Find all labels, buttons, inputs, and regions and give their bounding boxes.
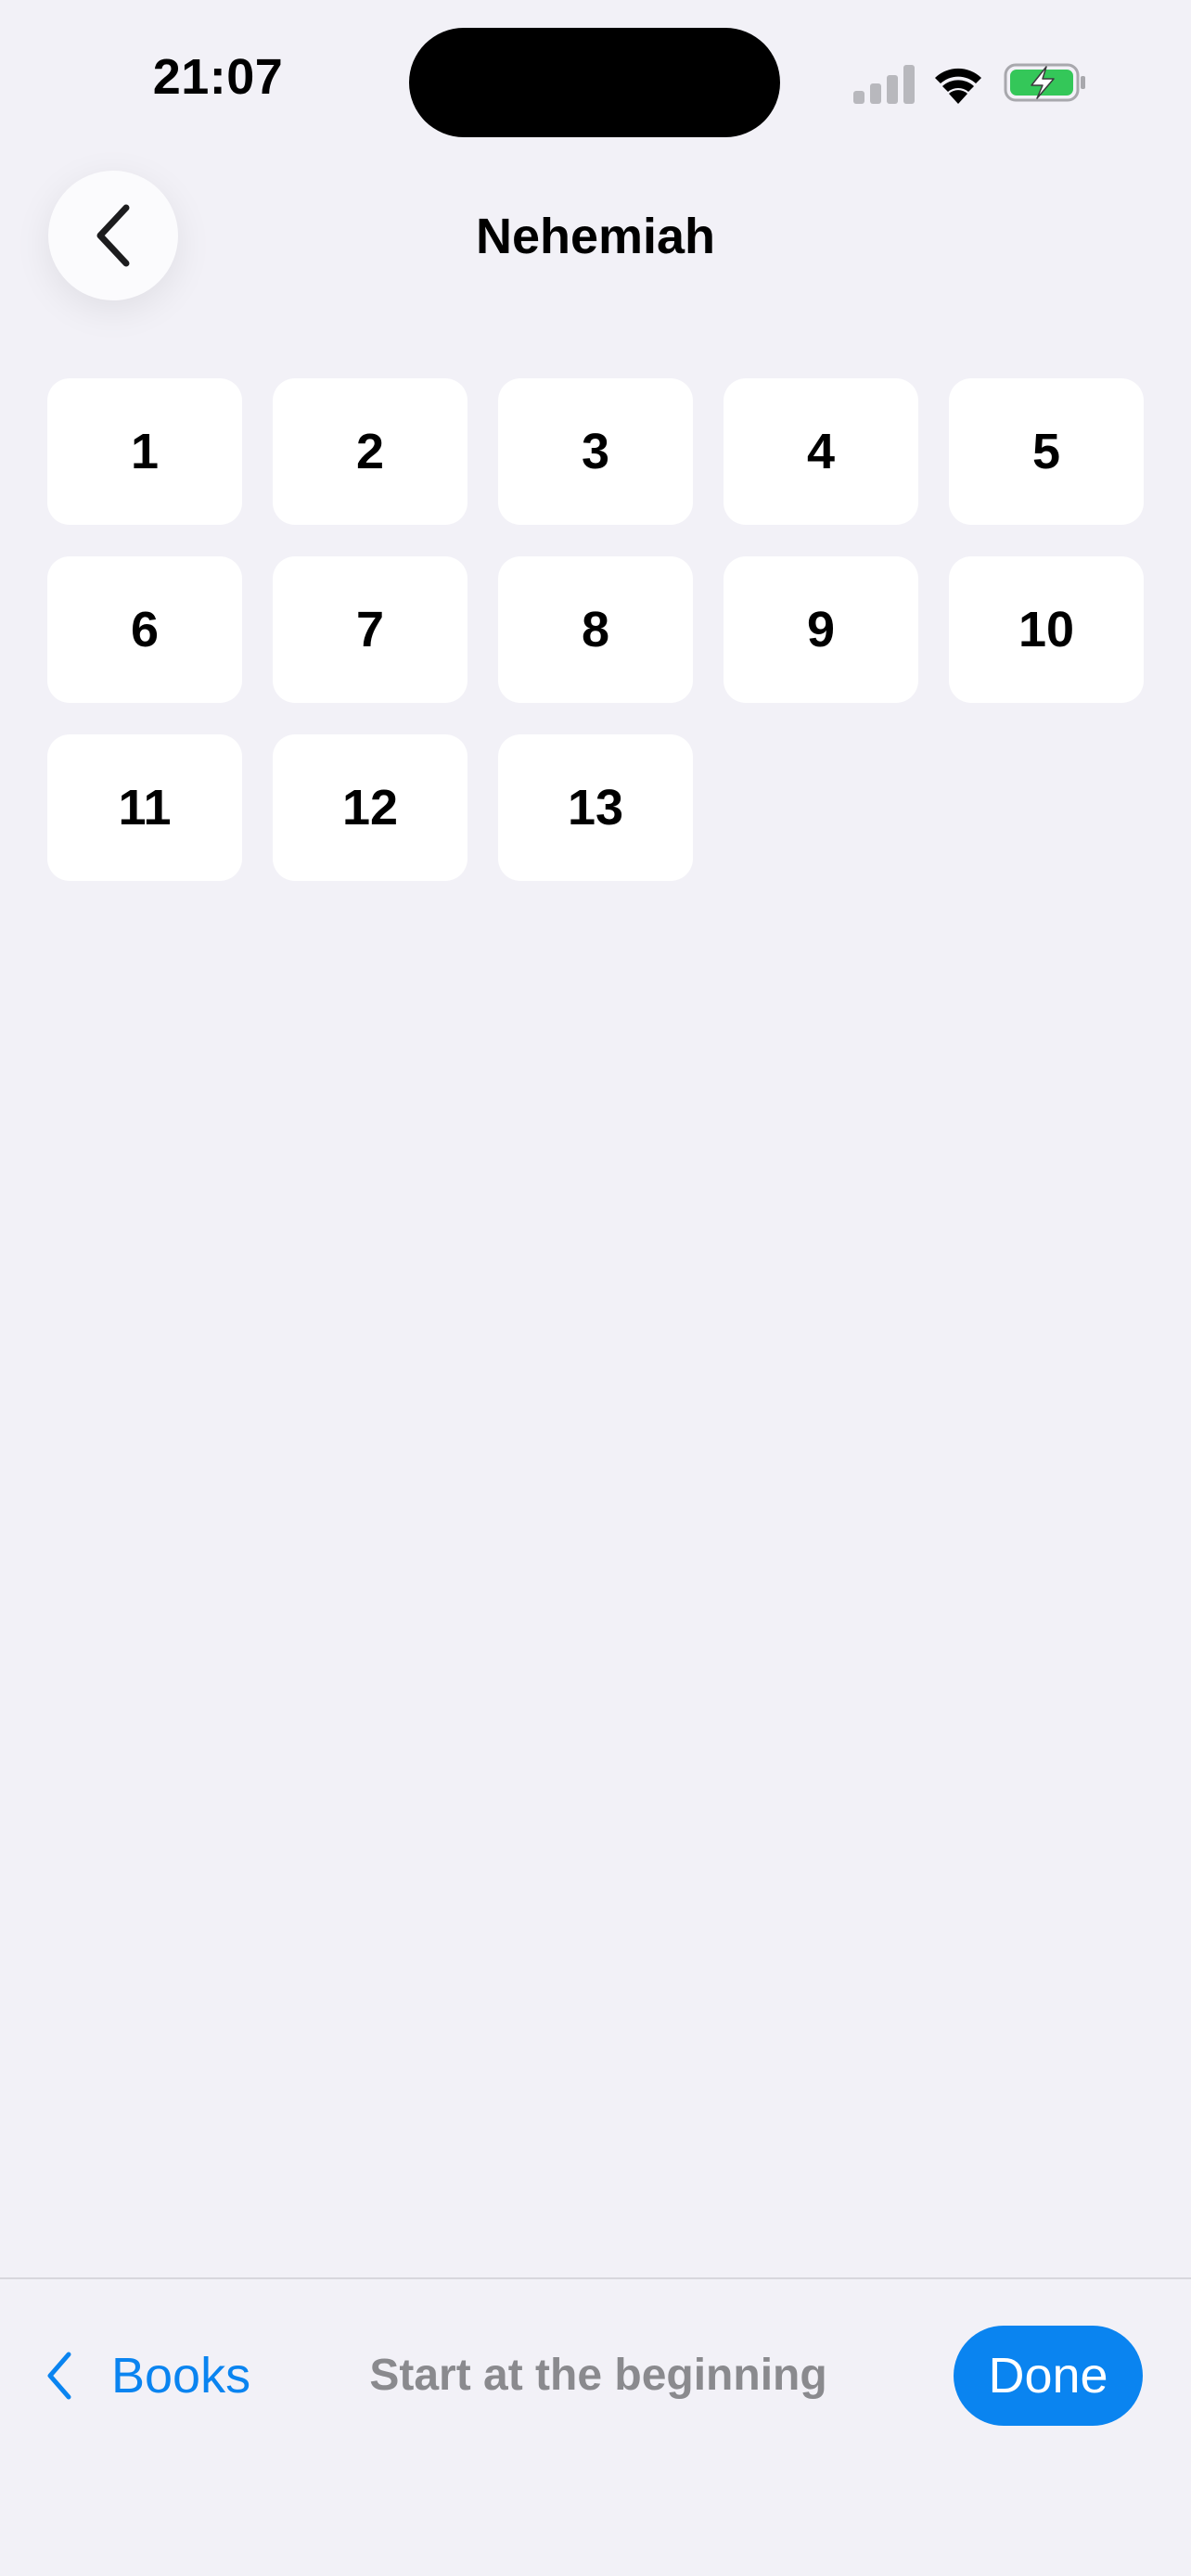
- back-button[interactable]: [48, 171, 178, 300]
- chevron-left-icon: [47, 2352, 71, 2400]
- cellular-signal-icon: [853, 65, 915, 104]
- chapter-button[interactable]: 5: [949, 378, 1144, 525]
- start-at-beginning-button[interactable]: Start at the beginning: [352, 2339, 844, 2413]
- battery-charging-icon: [1004, 63, 1085, 102]
- chapter-button[interactable]: 12: [273, 734, 467, 881]
- wifi-icon: [935, 68, 981, 104]
- chapter-button[interactable]: 11: [47, 734, 242, 881]
- chapter-button[interactable]: 2: [273, 378, 467, 525]
- chapter-grid: 1 2 3 4 5 6 7 8 9 10 11 12 13: [47, 378, 1144, 881]
- chapter-button[interactable]: 10: [949, 556, 1144, 703]
- chapter-button[interactable]: 1: [47, 378, 242, 525]
- chapter-button[interactable]: 4: [724, 378, 918, 525]
- chevron-left-icon: [96, 204, 130, 267]
- chapter-button[interactable]: 8: [498, 556, 693, 703]
- chapter-button[interactable]: 3: [498, 378, 693, 525]
- status-bar: 21:07: [0, 0, 1191, 158]
- dynamic-island: [409, 28, 780, 137]
- chapter-button[interactable]: 6: [47, 556, 242, 703]
- chapter-button[interactable]: 7: [273, 556, 467, 703]
- chapter-button[interactable]: 13: [498, 734, 693, 881]
- status-time: 21:07: [152, 49, 284, 105]
- books-button-label: Books: [111, 2348, 251, 2404]
- books-back-button[interactable]: Books: [45, 2339, 250, 2413]
- bottom-bar-divider: [0, 2277, 1191, 2279]
- done-button[interactable]: Done: [954, 2326, 1143, 2426]
- page-title: Nehemiah: [475, 209, 716, 264]
- chapter-button[interactable]: 9: [724, 556, 918, 703]
